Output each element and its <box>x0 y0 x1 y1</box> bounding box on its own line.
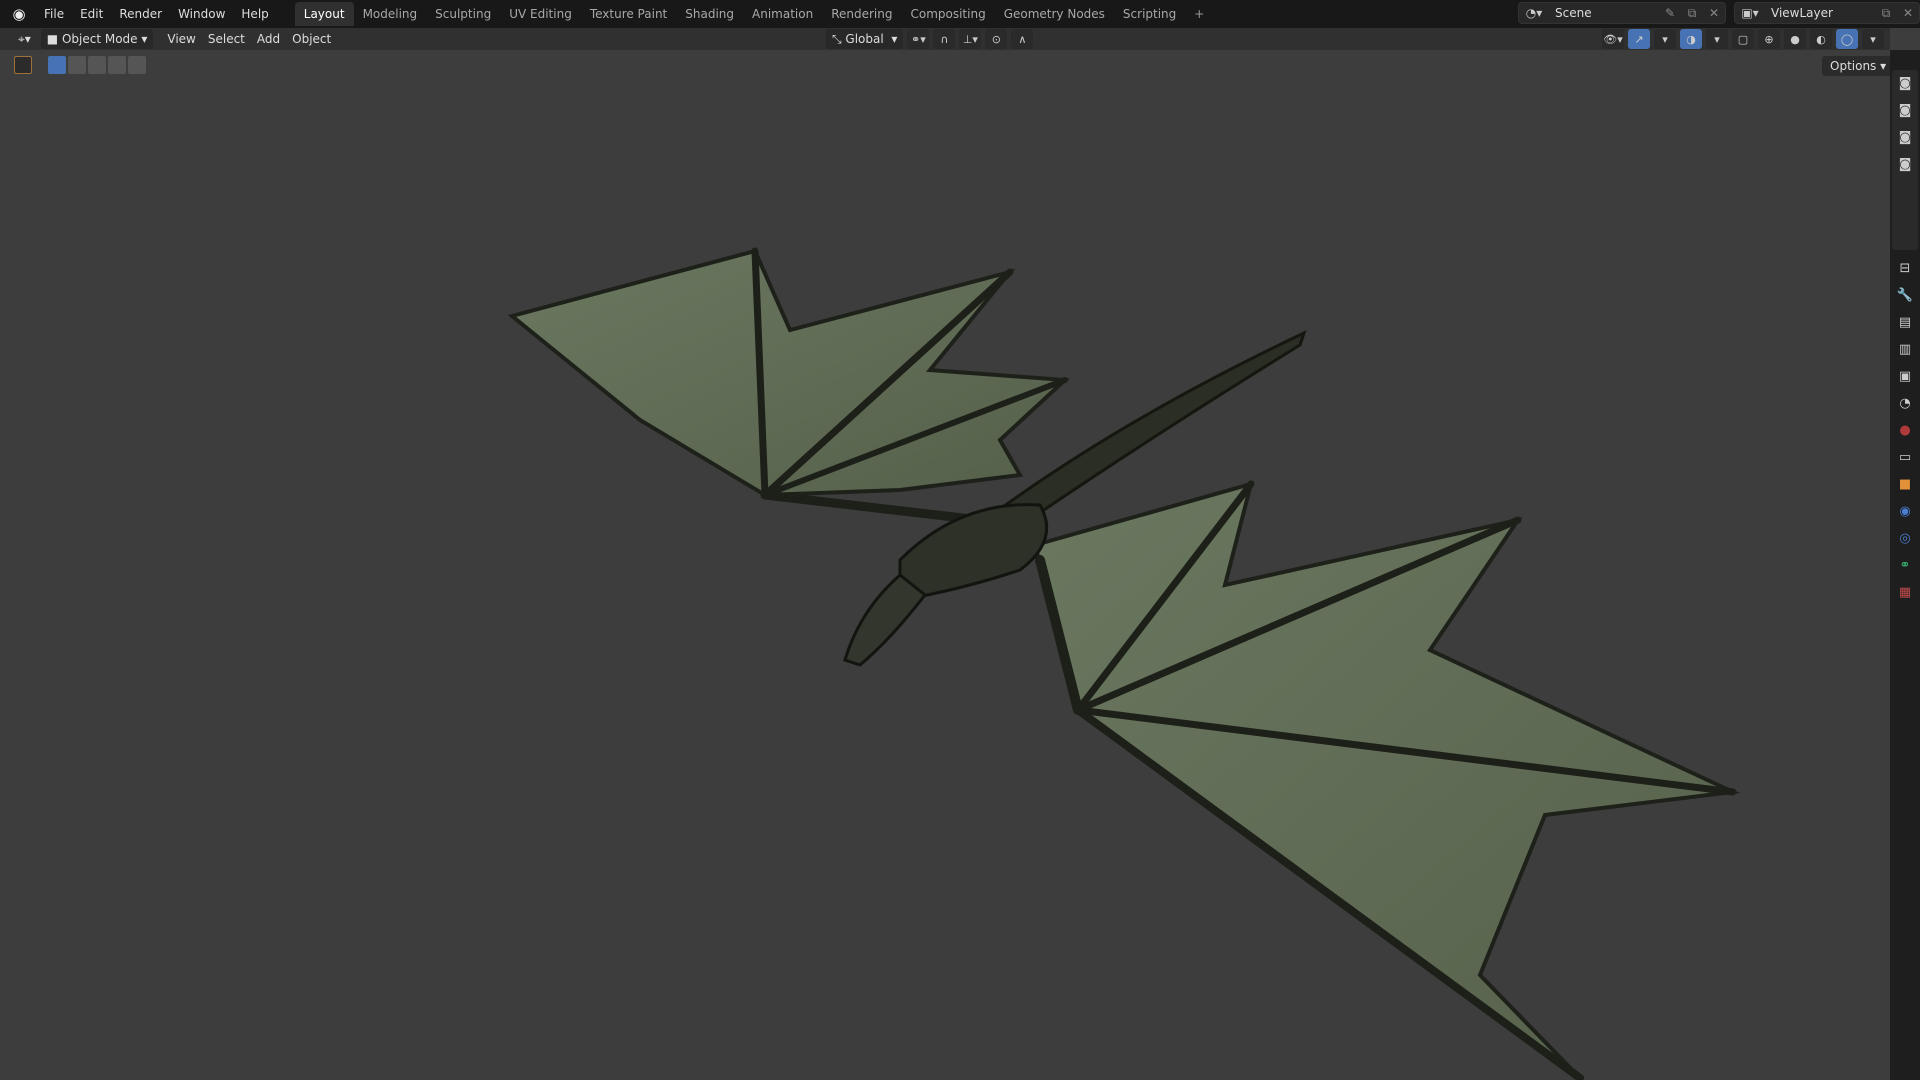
top-bar: ◉ File Edit Render Window Help Layout Mo… <box>0 0 1920 28</box>
close-icon[interactable]: ✕ <box>1897 6 1919 20</box>
view-layer-selector[interactable]: ▣▾ ViewLayer ⧉ ✕ <box>1734 2 1920 24</box>
mode-label: Object Mode <box>61 32 138 46</box>
toggle-icon[interactable]: ⊟ <box>1892 255 1918 282</box>
add-workspace-button[interactable]: + <box>1185 2 1213 26</box>
orientation-label: Global <box>845 32 884 46</box>
dragon-head <box>843 573 928 667</box>
orientation-icon: ⤡ <box>832 31 846 46</box>
select-subtract-icon[interactable] <box>88 56 106 74</box>
cube-icon: ■ <box>46 32 62 46</box>
select-invert-icon[interactable] <box>108 56 126 74</box>
texture-tab-icon[interactable]: ▦ <box>1892 579 1918 606</box>
tab-animation[interactable]: Animation <box>743 2 822 26</box>
viewport-header: ⌖▾ ■ Object Mode ▾ View Select Add Objec… <box>0 28 1890 50</box>
outliner-collapsed: ◙ ◙ ◙ ◙ <box>1892 70 1918 250</box>
tool-tab-icon[interactable]: 🔧 <box>1892 282 1918 309</box>
scene-tab-icon[interactable]: ◔ <box>1892 390 1918 417</box>
close-icon[interactable]: ✕ <box>1703 6 1725 20</box>
material-shading-icon[interactable]: ◐ <box>1810 29 1832 49</box>
select-extend-icon[interactable] <box>68 56 86 74</box>
menu-add[interactable]: Add <box>251 29 286 49</box>
menu-view[interactable]: View <box>161 29 201 49</box>
menu-edit[interactable]: Edit <box>72 7 111 21</box>
tab-rendering[interactable]: Rendering <box>822 2 901 26</box>
tab-uv-editing[interactable]: UV Editing <box>500 2 581 26</box>
tab-shading[interactable]: Shading <box>676 2 743 26</box>
camera-icon[interactable]: ◙ <box>1892 151 1918 178</box>
collection-tab-icon[interactable]: ▭ <box>1892 444 1918 471</box>
menu-help[interactable]: Help <box>233 7 276 21</box>
menu-render[interactable]: Render <box>111 7 170 21</box>
view-layer-name[interactable]: ViewLayer <box>1765 6 1875 20</box>
output-tab-icon[interactable]: ▥ <box>1892 336 1918 363</box>
options-label: Options <box>1830 59 1877 73</box>
view-layer-tab-icon[interactable]: ▣ <box>1892 363 1918 390</box>
orientation-dropdown[interactable]: ⤡ Global ▾ <box>826 29 904 49</box>
proportional-edit-icon[interactable]: ⊙ <box>985 29 1008 49</box>
workspace-tabs: Layout Modeling Sculpting UV Editing Tex… <box>294 2 1214 26</box>
left-wing <box>507 248 1070 498</box>
tab-sculpting[interactable]: Sculpting <box>426 2 500 26</box>
world-tab-icon[interactable]: ● <box>1892 417 1918 444</box>
pin-icon[interactable]: ✎ <box>1659 6 1681 20</box>
object-tab-icon[interactable]: ■ <box>1892 471 1918 498</box>
scene-name[interactable]: Scene <box>1549 6 1659 20</box>
xray-icon[interactable]: ▢ <box>1732 29 1754 49</box>
overlay-icon[interactable]: ◑ <box>1680 29 1702 49</box>
camera-icon[interactable]: ◙ <box>1892 97 1918 124</box>
tab-modeling[interactable]: Modeling <box>354 2 427 26</box>
pivot-icon[interactable]: ⚭▾ <box>907 29 930 49</box>
editor-type-icon[interactable]: ⌖▾ <box>12 29 37 49</box>
new-scene-icon[interactable]: ⧉ <box>1681 6 1703 21</box>
tab-layout[interactable]: Layout <box>294 2 354 26</box>
camera-icon[interactable]: ◙ <box>1892 70 1918 97</box>
menu-file[interactable]: File <box>36 7 72 21</box>
options-dropdown[interactable]: Options ▾ <box>1822 56 1895 76</box>
select-tool-icon[interactable] <box>14 56 32 74</box>
new-view-layer-icon[interactable]: ⧉ <box>1875 6 1897 21</box>
main-menu: File Edit Render Window Help <box>36 7 277 21</box>
tab-scripting[interactable]: Scripting <box>1114 2 1185 26</box>
blender-logo-icon[interactable]: ◉ <box>8 3 30 25</box>
falloff-icon[interactable]: ∧ <box>1011 29 1034 49</box>
dragon-body <box>898 503 1049 602</box>
menu-window[interactable]: Window <box>170 7 233 21</box>
physics-tab-icon[interactable]: ◎ <box>1892 525 1918 552</box>
snap-target-icon[interactable]: ⊥▾ <box>959 29 982 49</box>
scene-icon: ◔▾ <box>1525 6 1543 20</box>
menu-object[interactable]: Object <box>286 29 337 49</box>
view-layer-icon: ▣▾ <box>1741 6 1759 20</box>
scene-selector[interactable]: ◔▾ Scene ✎ ⧉ ✕ <box>1518 2 1726 24</box>
visibility-icon[interactable]: 👁▾ <box>1602 29 1624 49</box>
gizmo-icon[interactable]: ↗ <box>1628 29 1650 49</box>
shading-dropdown[interactable]: ▾ <box>1862 29 1884 49</box>
tab-texture-paint[interactable]: Texture Paint <box>581 2 676 26</box>
wireframe-shading-icon[interactable]: ⊕ <box>1758 29 1780 49</box>
object-data-tab-icon[interactable]: ⚭ <box>1892 552 1918 579</box>
overlay-dropdown[interactable]: ▾ <box>1706 29 1728 49</box>
render-tab-icon[interactable]: ▤ <box>1892 309 1918 336</box>
properties-tab-strip: ◙ ◙ ◙ ◙ ⊟ 🔧 ▤ ▥ ▣ ◔ ● ▭ ■ ◉ ◎ ⚭ ▦ <box>1890 50 1920 1080</box>
select-mode-toolbar <box>14 56 146 74</box>
camera-icon[interactable]: ◙ <box>1892 124 1918 151</box>
modifier-tab-icon[interactable]: ◉ <box>1892 498 1918 525</box>
tab-compositing[interactable]: Compositing <box>901 2 994 26</box>
menu-select[interactable]: Select <box>202 29 251 49</box>
rendered-shading-icon[interactable]: ◯ <box>1836 29 1858 49</box>
mode-dropdown[interactable]: ■ Object Mode ▾ <box>40 29 154 49</box>
solid-shading-icon[interactable]: ● <box>1784 29 1806 49</box>
dragon-model[interactable] <box>507 247 1741 1080</box>
tab-geometry-nodes[interactable]: Geometry Nodes <box>995 2 1114 26</box>
gizmo-dropdown[interactable]: ▾ <box>1654 29 1676 49</box>
select-intersect-icon[interactable] <box>128 56 146 74</box>
snap-icon[interactable]: ∩ <box>933 29 956 49</box>
select-new-icon[interactable] <box>48 56 66 74</box>
viewport-3d[interactable] <box>0 50 1890 1080</box>
